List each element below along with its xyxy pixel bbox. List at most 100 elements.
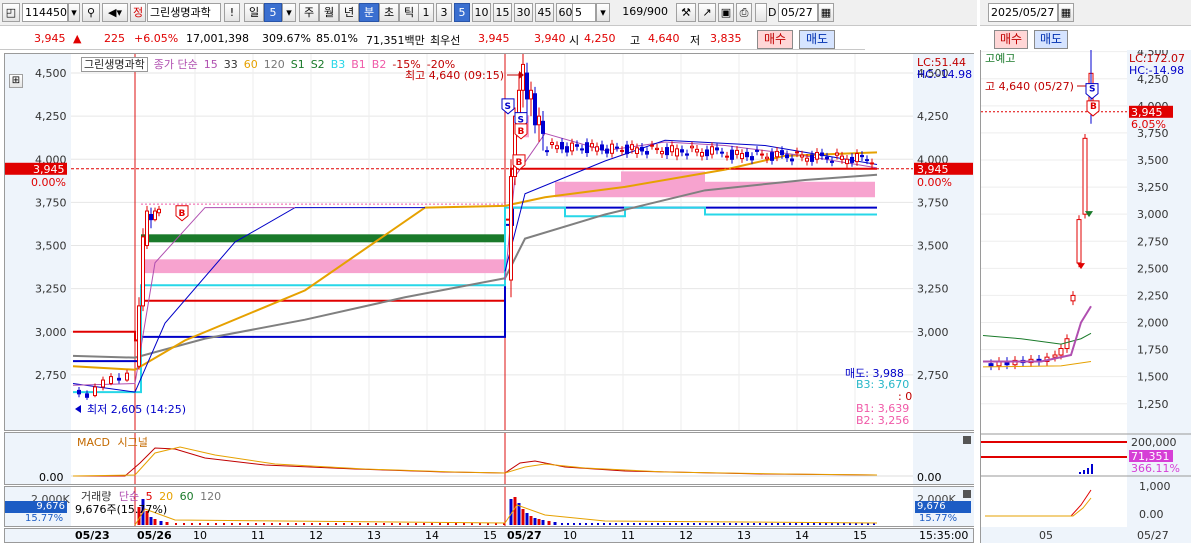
- speaker-icon[interactable]: ◀▾: [102, 3, 128, 22]
- candle-down: [625, 144, 629, 155]
- candle-down: [715, 147, 719, 151]
- interval-button-10[interactable]: 10: [472, 3, 491, 22]
- candle-down: [560, 142, 564, 150]
- search-icon[interactable]: ⚲: [82, 3, 100, 22]
- side-y-label: 2,000: [1137, 317, 1169, 330]
- volume-tag-left: 9,676: [5, 501, 67, 513]
- macd-pane[interactable]: MACD 시그널 0.00 0.00: [4, 432, 974, 485]
- volume-bar: [175, 523, 177, 525]
- candle-up: [765, 156, 769, 160]
- count-dropdown-icon[interactable]: ▾: [596, 3, 610, 22]
- interval-button-5[interactable]: 5: [454, 3, 470, 22]
- date-prefix-label: D: [768, 6, 777, 19]
- candle-up: [620, 149, 624, 152]
- stock-code-input[interactable]: 114450: [22, 3, 68, 22]
- side-toolbar: 2025/05/27 ▦: [980, 0, 1191, 26]
- candle-down: [685, 153, 689, 156]
- ratio-2: 85.01%: [316, 32, 358, 45]
- volume-bar: [263, 523, 265, 525]
- high-price: 4,640: [648, 32, 680, 45]
- interval-button-1[interactable]: 1: [418, 3, 434, 22]
- interval-button-3[interactable]: 3: [436, 3, 452, 22]
- calendar-icon[interactable]: ▦: [818, 3, 834, 22]
- macd-close-icon[interactable]: [963, 436, 971, 444]
- period-second-button[interactable]: 초: [379, 3, 399, 22]
- side-y-label: 3,000: [1137, 208, 1169, 221]
- count-select[interactable]: 5: [572, 3, 596, 22]
- candle-down: [605, 148, 609, 154]
- high-label: 고: [630, 34, 641, 47]
- candle-up: [570, 142, 574, 152]
- tools-icon[interactable]: ⚒: [676, 3, 696, 22]
- legend-ma-120: 120: [263, 58, 285, 71]
- side-buy-button[interactable]: 매수: [994, 30, 1028, 49]
- volume-bar: [415, 523, 417, 525]
- volume-close-icon[interactable]: [963, 490, 971, 498]
- volume-bar: [335, 523, 337, 525]
- buy-button[interactable]: 매수: [757, 30, 793, 49]
- print-icon[interactable]: ⎙: [736, 3, 752, 22]
- legend-signal-b1: B1: [351, 58, 366, 71]
- macd-legend: MACD 시그널: [77, 434, 148, 450]
- volume-bar: [711, 523, 713, 525]
- candle-down: [585, 142, 589, 154]
- drawing-icon[interactable]: ↗: [698, 3, 716, 22]
- date-input[interactable]: 05/27: [778, 3, 818, 22]
- side-y-label: 2,500: [1137, 262, 1169, 275]
- candle-up: [630, 144, 634, 150]
- x-axis-label: 14: [425, 529, 439, 542]
- up-arrow-icon: ▲: [73, 32, 82, 45]
- side-candle-up: [1082, 137, 1088, 215]
- volume-bar: [693, 523, 695, 525]
- period-year-button[interactable]: 년: [339, 3, 359, 22]
- side-ind-zero: 0.00: [1139, 508, 1164, 521]
- market-badge: 정: [130, 3, 146, 22]
- volume-bar: [165, 522, 169, 525]
- side-calendar-icon[interactable]: ▦: [1058, 3, 1074, 22]
- period-week-button[interactable]: 주: [299, 3, 319, 22]
- window-menu-icon[interactable]: ◰: [2, 3, 20, 22]
- legend-ma-label: 종가 단순: [153, 58, 198, 71]
- candle-up: [655, 147, 659, 151]
- side-chart-panel[interactable]: 4,5004,2504,0003,7503,5003,2503,0002,750…: [980, 50, 1191, 543]
- interval-button-30[interactable]: 30: [514, 3, 533, 22]
- period-minute-button[interactable]: 분: [359, 3, 379, 22]
- interval-button-15[interactable]: 15: [493, 3, 512, 22]
- side-ind-signal: [985, 497, 1092, 517]
- code-dropdown-icon[interactable]: ▾: [68, 3, 80, 22]
- candle-down: [565, 146, 569, 153]
- price-y-label-right: 3,500: [917, 240, 949, 253]
- candle-down: [575, 144, 579, 147]
- x-axis-label: 05/27: [507, 529, 542, 542]
- volume-bar: [359, 523, 361, 525]
- volume-bar: [681, 523, 683, 525]
- x-axis-label: 13: [737, 529, 751, 542]
- price-pane[interactable]: ⊞ 4,500 4,500 4,250 4,250 4,000 4,000 3,750 3,7…: [4, 53, 974, 431]
- date-checkbox[interactable]: [755, 3, 767, 22]
- side-x-label: 05: [1039, 529, 1053, 542]
- volume-bar: [645, 523, 647, 525]
- sell-button[interactable]: 매도: [799, 30, 835, 49]
- legend-signal-s1: S1: [290, 58, 305, 71]
- volume-pane[interactable]: 거래량 단순 5 20 60 120 9,676주(15.77%) 2,000K…: [4, 486, 974, 527]
- period-dropdown-icon[interactable]: ▾: [282, 3, 296, 22]
- side-date-input[interactable]: 2025/05/27: [988, 3, 1058, 22]
- side-sell-button[interactable]: 매도: [1034, 30, 1068, 49]
- save-icon[interactable]: ▣: [718, 3, 734, 22]
- period-day-button[interactable]: 일: [244, 3, 264, 22]
- legend-pct-1: -20%: [426, 58, 456, 71]
- volume-bar: [513, 497, 517, 525]
- volume-detail: 9,676주(15.77%): [75, 503, 168, 516]
- legend-ma-33: 33: [223, 58, 238, 71]
- low-price: 3,835: [710, 32, 742, 45]
- alert-button[interactable]: !: [224, 3, 240, 22]
- period-tick-button[interactable]: 틱: [399, 3, 419, 22]
- period-month-button[interactable]: 월: [319, 3, 339, 22]
- volume-bar: [843, 523, 845, 525]
- candle-up: [775, 150, 779, 158]
- interval-button-45[interactable]: 45: [535, 3, 554, 22]
- candle-down: [860, 154, 864, 158]
- period-value-select[interactable]: 5: [264, 3, 282, 22]
- best-label: 최우선: [430, 34, 461, 47]
- volume-bar: [705, 523, 707, 525]
